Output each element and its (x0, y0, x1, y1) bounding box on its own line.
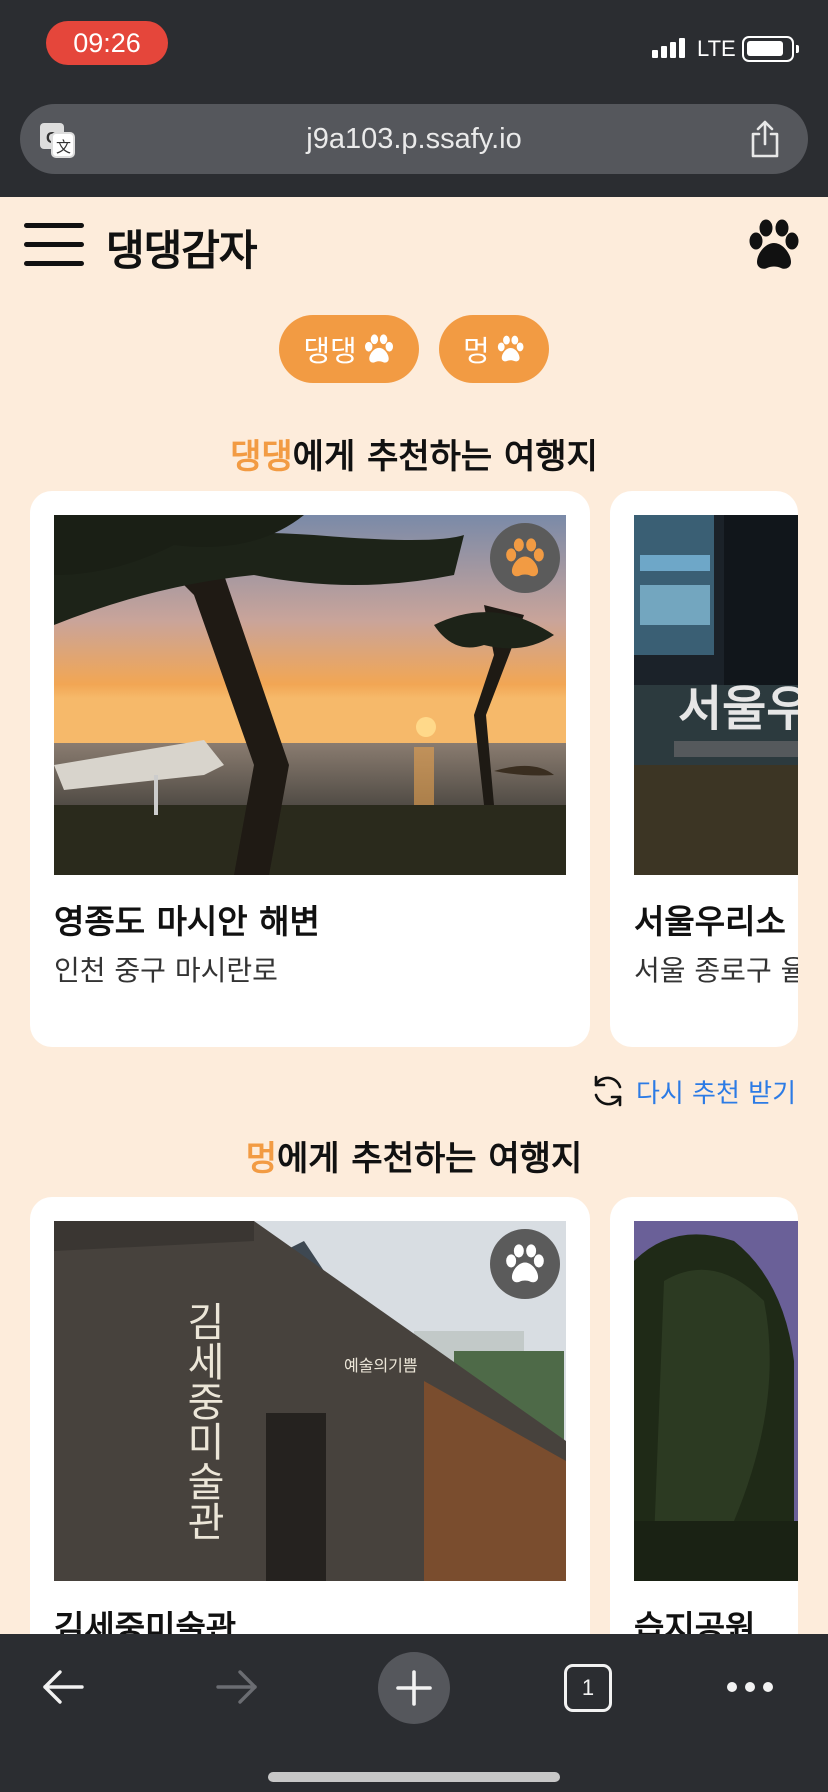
pet-chips: 댕댕 멍 (0, 315, 828, 383)
paw-icon (364, 334, 393, 363)
paw-icon[interactable] (746, 219, 802, 271)
section-title-rest: 에게 추천하는 여행지 (292, 437, 598, 477)
network-label: LTE (697, 36, 736, 61)
museum-image: 김세중미술관 예술의기쁨 (54, 1221, 566, 1581)
section-title-highlight: 댕댕 (230, 437, 293, 477)
battery-icon (742, 36, 799, 62)
paw-icon (497, 335, 524, 362)
app-logo[interactable]: 댕댕감자 (106, 217, 258, 278)
place-address: 서울 종로구 율 (634, 954, 798, 987)
new-tab-button[interactable] (378, 1652, 450, 1724)
place-card[interactable]: 영종도 마시안 해변 인천 중구 마시란로 (30, 491, 590, 1047)
place-image (54, 515, 566, 875)
refresh-icon (594, 1075, 622, 1107)
web-page: 댕댕감자 댕댕 멍 댕댕에게 추천하는 여행지 영종도 마시안 해변 인천 중구… (0, 197, 828, 1634)
favorite-button[interactable] (490, 523, 560, 593)
tabs-icon[interactable]: 1 (564, 1664, 612, 1712)
place-card[interactable]: 김세중미술관 예술의기쁨 김세중미술관 (30, 1197, 590, 1634)
place-title: 서울우리소 (634, 902, 786, 941)
menu-icon[interactable] (24, 223, 84, 267)
reload-label: 다시 추천 받기 (635, 1078, 796, 1109)
signal-icon (652, 38, 685, 58)
section-title-1: 댕댕에게 추천하는 여행지 (0, 429, 828, 478)
browser-bottom-bar: 1 (0, 1634, 828, 1792)
place-card[interactable]: 서울우 서울우리소 서울 종로구 율 (610, 491, 798, 1047)
favorite-button[interactable] (490, 1229, 560, 1299)
paw-icon (506, 538, 544, 577)
seoul-sign-image: 서울우 (634, 515, 798, 875)
chip-label: 댕댕 (303, 334, 357, 368)
place-title: 습지공원 (634, 1608, 756, 1634)
status-time: 09:26 (46, 21, 168, 65)
section-title-rest: 에게 추천하는 여행지 (277, 1139, 583, 1179)
chip-label: 멍 (463, 334, 490, 368)
section-title-2: 멍에게 추천하는 여행지 (0, 1131, 828, 1180)
place-title: 김세중미술관 (54, 1608, 237, 1634)
address-bar[interactable]: G 文 j9a103.p.ssafy.io (20, 104, 808, 174)
museum-sign-text: 김세중미술관 (179, 1301, 225, 1541)
place-image: 서울우 (634, 515, 798, 875)
forward-icon[interactable] (212, 1662, 262, 1712)
status-bar: 09:26 LTE (0, 0, 828, 96)
section-title-highlight: 멍 (245, 1139, 278, 1179)
sunset-beach-image (54, 515, 566, 875)
wetland-park-image (634, 1221, 798, 1581)
url-text[interactable]: j9a103.p.ssafy.io (20, 104, 808, 174)
more-icon[interactable] (726, 1678, 774, 1692)
chip-pet-1[interactable]: 댕댕 (279, 315, 419, 383)
place-title: 영종도 마시안 해변 (54, 902, 320, 941)
chip-pet-2[interactable]: 멍 (439, 315, 549, 383)
share-icon[interactable] (748, 119, 782, 159)
place-card[interactable]: 습지공원 (610, 1197, 798, 1634)
home-indicator (268, 1772, 560, 1782)
browser-toolbar: G 文 j9a103.p.ssafy.io (0, 96, 828, 197)
paw-icon (506, 1244, 544, 1283)
museum-sub-text: 예술의기쁨 (344, 1356, 418, 1375)
place-address: 인천 중구 마시란로 (54, 954, 278, 987)
place-image: 김세중미술관 예술의기쁨 (54, 1221, 566, 1581)
place-image (634, 1221, 798, 1581)
back-icon[interactable] (38, 1662, 88, 1712)
reload-recommendation-button[interactable]: 다시 추천 받기 (588, 1071, 796, 1111)
seoul-sign-text: 서울우 (678, 681, 798, 737)
new-tab-icon (396, 1670, 432, 1706)
